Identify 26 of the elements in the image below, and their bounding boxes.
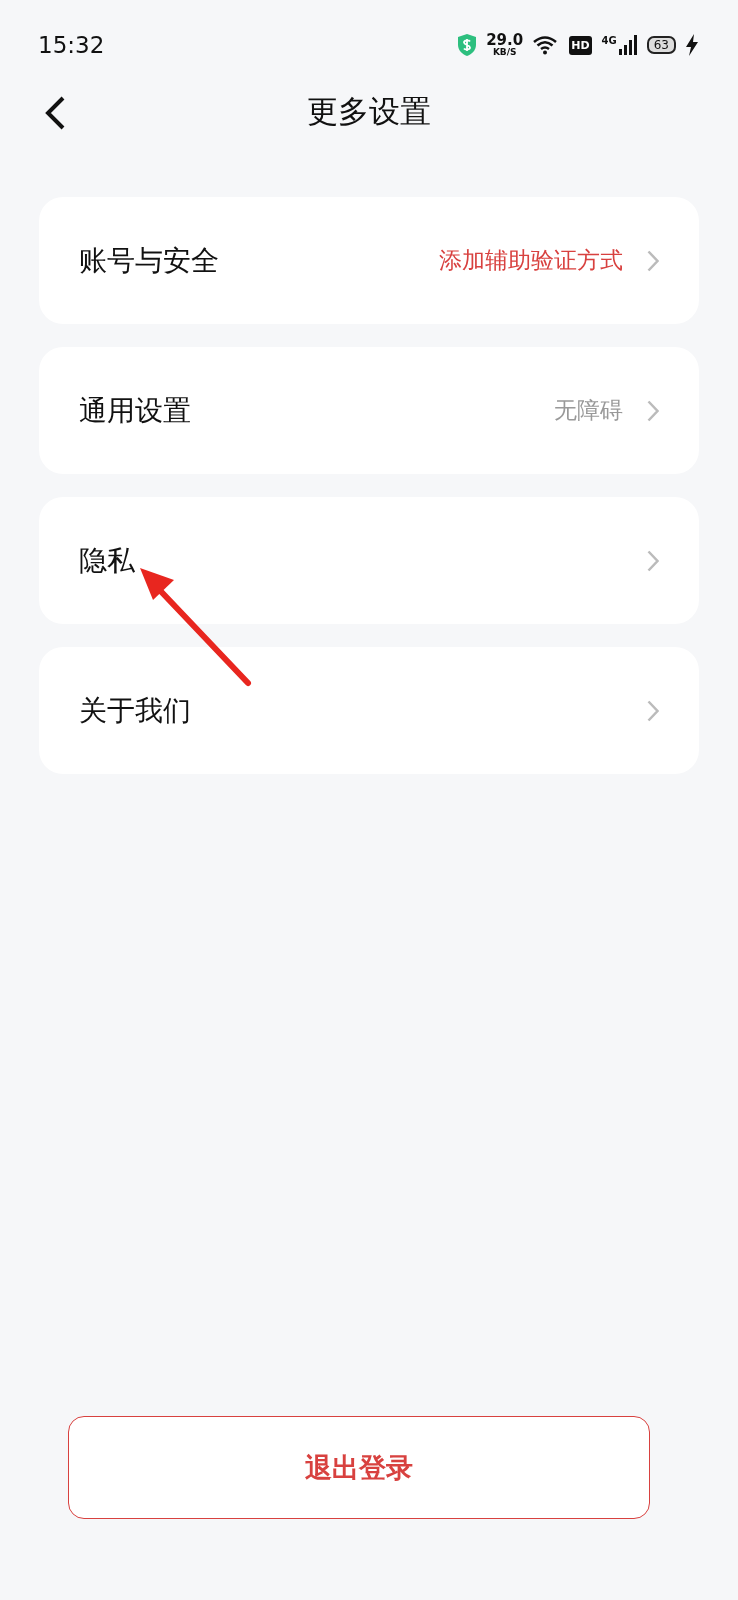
row-value: 无障碍 [554,396,623,425]
chevron-icon [647,549,659,572]
settings-row[interactable]: 通用设置 无障碍 [39,347,699,474]
back-icon [44,96,66,130]
settings-row[interactable]: 隐私 [39,497,699,624]
row-label: 通用设置 [79,392,192,429]
settings-row[interactable]: 关于我们 [39,647,699,774]
chevron-icon [647,249,659,272]
row-value: 添加辅助验证方式 [439,246,623,275]
signal-icon [618,35,637,55]
row-label: 隐私 [79,542,136,579]
speed-unit: KB/S [492,48,517,57]
logout-button[interactable]: 退出登录 [68,1416,650,1519]
hd-badge: HD [569,35,592,55]
row-label: 关于我们 [79,692,192,729]
speed-value: 29.0 [486,33,524,48]
network-type: 4G [601,35,617,46]
chevron-icon [647,699,659,722]
clock-time: 15:32 [38,32,106,58]
settings-row[interactable]: 账号与安全 添加辅助验证方式 [39,197,699,324]
battery-level: 63 [646,36,676,54]
chevron-icon [647,399,659,422]
shield-icon [458,34,477,56]
page-title: 更多设置 [307,92,431,131]
row-label: 账号与安全 [79,242,220,279]
charging-icon [686,34,698,56]
